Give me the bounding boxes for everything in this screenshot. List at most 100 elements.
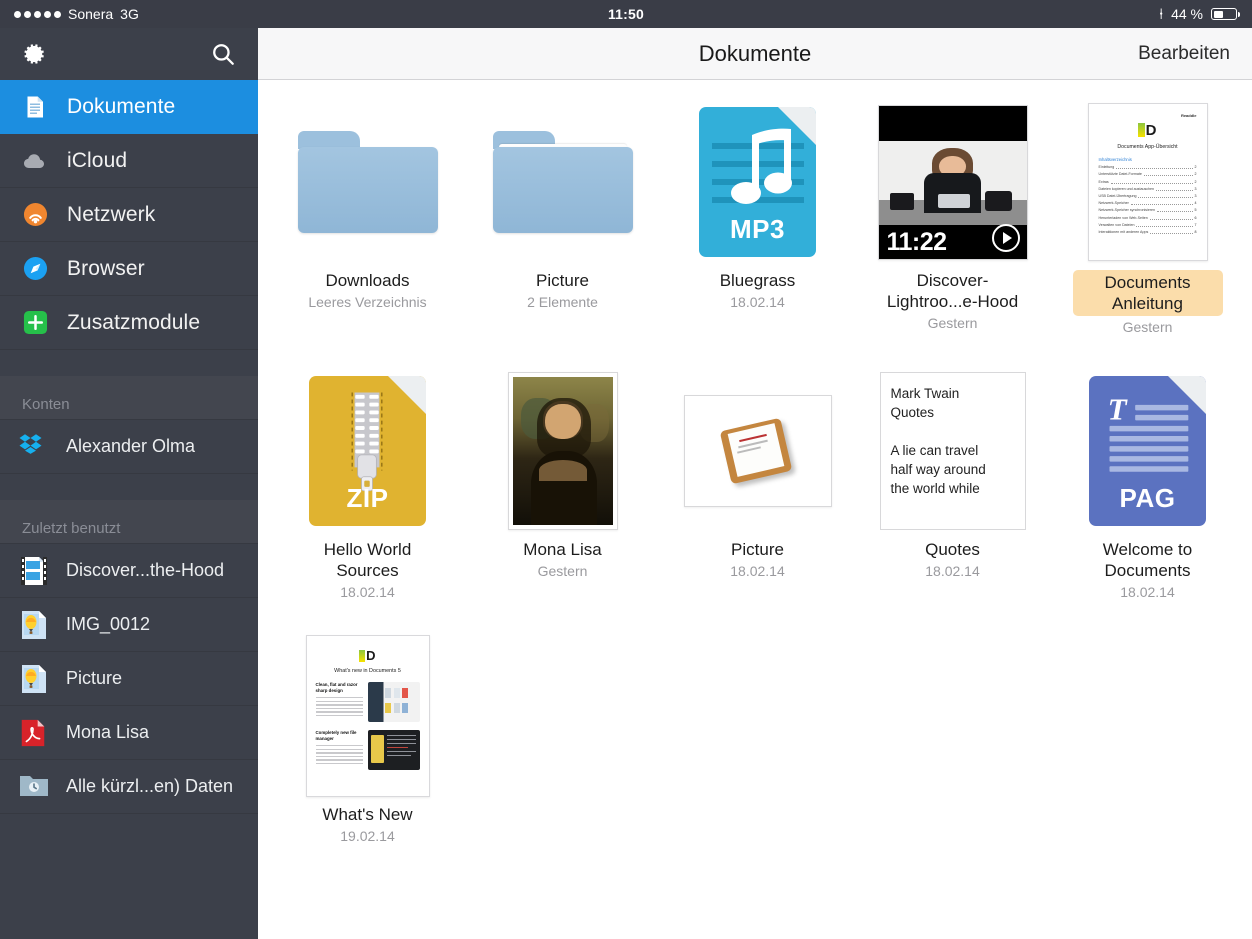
- sidebar-spacer-accounts: [0, 350, 258, 376]
- preview-toc-row: Herunterladen von Web-Seiten 6: [1099, 216, 1197, 220]
- text-preview-line: the world while: [890, 481, 980, 496]
- sidebar-item-label: iCloud: [67, 148, 128, 172]
- file-item[interactable]: Mark Twain Quotes A lie can travel half way…: [855, 371, 1050, 600]
- preview-toc-entry: Netzwerk-Speicher synchronisieren: [1098, 208, 1156, 213]
- battery-percent-label: 44 %: [1171, 6, 1203, 22]
- sidebar-spacer-recents: [0, 474, 258, 500]
- sidebar-recent-item[interactable]: Picture: [0, 652, 258, 706]
- document-preview-thumbnail: Readdle D Documents App-Übersicht Inhalt…: [1087, 103, 1208, 261]
- file-thumbnail[interactable]: Readdle D Documents App-Übersicht Inhalt…: [1073, 102, 1223, 262]
- file-item[interactable]: Mona Lisa Gestern: [465, 371, 660, 600]
- file-item[interactable]: MP3 Bluegrass 18.02.14: [660, 102, 855, 335]
- file-name-label: Bluegrass: [719, 271, 796, 290]
- preview-toc-page: 2: [1194, 172, 1197, 177]
- sidebar-recent-item[interactable]: Discover...the-Hood: [0, 544, 258, 598]
- preview-toc-row: Netzwerk-Speicher synchronisieren 5: [1098, 208, 1197, 213]
- sidebar-account-label: Alexander Olma: [66, 436, 196, 456]
- file-thumbnail[interactable]: D What's new in Documents 5 Clean, flat …: [293, 635, 443, 797]
- file-subtitle-label: Gestern: [927, 315, 978, 331]
- video-duration-label: 11:22: [886, 227, 948, 256]
- sidebar-accounts-list: Alexander Olma: [0, 420, 258, 474]
- svg-text:T: T: [1108, 392, 1129, 427]
- text-preview-line: Mark Twain: [890, 386, 960, 401]
- sidebar-recent-label: IMG_0012: [66, 614, 151, 634]
- file-thumbnail[interactable]: MP3: [683, 102, 833, 262]
- preview-toc-row: Verwalten von Dateien 7: [1099, 223, 1197, 227]
- preview-logo: D: [1099, 122, 1197, 139]
- preview-section-row: Clean, flat and razor sharp design: [315, 682, 420, 722]
- file-thumbnail[interactable]: ZIP: [293, 371, 443, 531]
- bluetooth-icon: ⍿: [1159, 5, 1164, 23]
- preview-toc-page: 2: [1194, 165, 1197, 170]
- file-name-label: Quotes: [925, 540, 980, 559]
- preview-toc-row: Extras 2: [1099, 180, 1197, 184]
- video-thumbnail: 11:22: [877, 104, 1028, 260]
- preview-toc-page: 5: [1194, 208, 1197, 213]
- file-subtitle-label: 18.02.14: [925, 563, 980, 579]
- file-item[interactable]: Picture 2 Elemente: [465, 102, 660, 335]
- search-icon[interactable]: [210, 41, 236, 67]
- file-subtitle-label: 18.02.14: [730, 294, 785, 310]
- sidebar-recent-item[interactable]: Mona Lisa: [0, 706, 258, 760]
- file-name-label: Discover-Lightroo...e-Hood: [886, 271, 1019, 311]
- preview-toc-page: 3: [1194, 186, 1197, 191]
- preview-toc-row: Interaktionen mit anderen Apps 8: [1099, 230, 1197, 234]
- video-file-icon: [18, 555, 50, 587]
- image-thumbnail: [507, 372, 618, 530]
- sidebar-account-item[interactable]: Alexander Olma: [0, 420, 258, 474]
- sidebar-recent-item[interactable]: Alle kürzl...en) Daten: [0, 760, 258, 814]
- file-thumbnail[interactable]: [488, 371, 638, 531]
- preview-toc-entry: Einleitung: [1098, 165, 1115, 170]
- picture-thumbnail: [683, 395, 832, 507]
- sidebar-item-icloud[interactable]: iCloud: [0, 134, 258, 188]
- file-thumbnail[interactable]: Mark Twain Quotes A lie can travel half way…: [878, 371, 1028, 531]
- file-subtitle-label: Gestern: [1122, 319, 1173, 335]
- sidebar-item-label: Browser: [67, 256, 145, 280]
- preview-section-row: Completely new file manager: [315, 730, 420, 770]
- status-bar-right: ⍿ 44 %: [1159, 6, 1252, 22]
- text-preview-gap: [891, 422, 1015, 441]
- sidebar-item-zusatzmodule[interactable]: Zusatzmodule: [0, 296, 258, 350]
- file-grid: Downloads Leeres Verzeichnis Picture 2 Ele…: [258, 80, 1252, 880]
- sidebar-item-label: Netzwerk: [67, 202, 156, 226]
- file-type-icon: ZIP: [309, 376, 426, 526]
- file-item[interactable]: ZIP Hello World Sources 18.02.14: [270, 371, 465, 600]
- file-thumbnail[interactable]: [683, 371, 833, 531]
- file-thumbnail[interactable]: 11:22: [877, 102, 1028, 262]
- battery-icon: [1211, 8, 1240, 20]
- file-thumbnail[interactable]: [293, 102, 443, 262]
- preview-toc-entry: USB Datei-Übertragung: [1098, 193, 1137, 198]
- pdf-file-icon: [18, 717, 50, 749]
- file-extension-label: ZIP: [346, 483, 389, 513]
- folder-icon: [492, 131, 633, 233]
- preview-toc-row: Unterstützte Datei-Formate 2: [1099, 172, 1197, 177]
- preview-toc-page: 4: [1194, 201, 1197, 206]
- sidebar-item-dokumente[interactable]: Dokumente: [0, 80, 258, 134]
- file-name-label: Welcome to Documents: [1102, 540, 1193, 580]
- cloud-icon: [22, 148, 48, 174]
- file-extension-label: MP3: [730, 214, 785, 244]
- status-bar-clock: 11:50: [607, 6, 645, 22]
- preview-screenshot: [367, 730, 420, 770]
- file-subtitle-label: Gestern: [537, 563, 588, 579]
- file-item[interactable]: D What's new in Documents 5 Clean, flat …: [270, 635, 465, 844]
- edit-button[interactable]: Bearbeiten: [1138, 43, 1252, 65]
- document-icon: [22, 94, 48, 120]
- file-item[interactable]: Picture 18.02.14: [660, 371, 855, 600]
- gear-icon[interactable]: [22, 41, 48, 67]
- sidebar-item-netzwerk[interactable]: Netzwerk: [0, 188, 258, 242]
- status-bar: Sonera 3G 11:50 ⍿ 44 %: [0, 0, 1252, 28]
- preview-toc-entry: Herunterladen von Web-Seiten: [1098, 215, 1148, 220]
- file-item[interactable]: Readdle D Documents App-Übersicht Inhalt…: [1050, 102, 1245, 335]
- file-name-label: Hello World Sources: [323, 540, 412, 580]
- sidebar-item-browser[interactable]: Browser: [0, 242, 258, 296]
- text-preview-line: A lie can travel: [890, 443, 979, 458]
- file-thumbnail[interactable]: T PAG: [1073, 371, 1223, 531]
- file-item[interactable]: 11:22 Discover-Lightroo...e-Hood Gestern: [855, 102, 1050, 335]
- file-item[interactable]: Downloads Leeres Verzeichnis: [270, 102, 465, 335]
- file-item[interactable]: T PAG Welcome to Documents 18.02.14: [1050, 371, 1245, 600]
- plus-square-icon: [22, 310, 48, 336]
- file-thumbnail[interactable]: [488, 102, 638, 262]
- sidebar-recents-list: Discover...the-Hood IMG_0012 Picture Mon…: [0, 544, 258, 814]
- sidebar-recent-item[interactable]: IMG_0012: [0, 598, 258, 652]
